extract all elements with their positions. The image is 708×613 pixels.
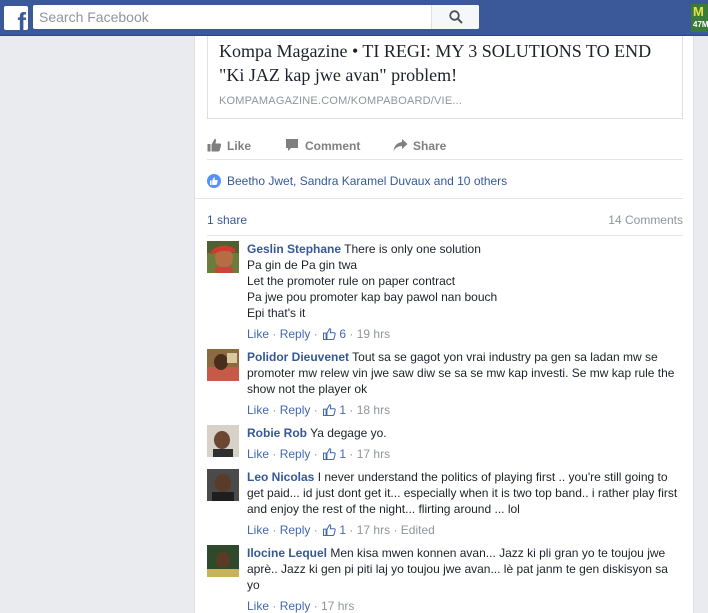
search-button[interactable]: [431, 5, 479, 29]
comment-timestamp[interactable]: 18 hrs: [357, 403, 390, 417]
comment-timestamp[interactable]: 17 hrs: [357, 523, 390, 537]
comment-like-count[interactable]: 1: [339, 447, 346, 461]
thumbs-up-icon: [323, 524, 336, 536]
comment-text: Epi that's it: [247, 306, 306, 320]
comment-text: Pa jwe pou promoter kap bay pawol nan bo…: [247, 290, 498, 304]
comment-reply-link[interactable]: Reply: [280, 327, 311, 341]
comment-actions: Like · Reply · 1 · 17 hrs: [247, 447, 391, 461]
avatar[interactable]: [207, 545, 239, 577]
post-stats-row: 1 share 14 Comments: [195, 198, 683, 236]
comment-text: Pa gin de Pa gin twa: [247, 258, 358, 272]
comment-timestamp[interactable]: 17 hrs: [357, 447, 390, 461]
comment-button-label: Comment: [305, 139, 361, 153]
comment-bubble-icon: [286, 139, 298, 151]
comment-like-count[interactable]: 1: [339, 523, 346, 537]
comment-like-link[interactable]: Like: [247, 599, 269, 613]
notification-thumbnail[interactable]: M 47M: [691, 4, 708, 32]
comment-actions: Like · Reply · 1 · 17 hrs · Edited: [247, 523, 435, 537]
post-card: Kompa Magazine • TI REGI: MY 3 SOLUTIONS…: [194, 36, 694, 613]
comment-like-link[interactable]: Like: [247, 447, 269, 461]
comment-actions: Like · Reply · 1 · 18 hrs: [247, 403, 391, 417]
avatar[interactable]: [207, 241, 239, 273]
link-preview[interactable]: Kompa Magazine • TI REGI: MY 3 SOLUTIONS…: [207, 36, 683, 119]
comment-timestamp[interactable]: 17 hrs: [321, 599, 354, 613]
thumbs-up-icon: [323, 328, 336, 340]
comment-actions: Like · Reply · 6 · 19 hrs: [247, 327, 391, 341]
search-icon: [449, 10, 463, 24]
comment-timestamp[interactable]: 19 hrs: [357, 327, 390, 341]
comment-like-link[interactable]: Like: [247, 523, 269, 537]
reactions-summary: Beetho Jwet, Sandra Karamel Duvaux and 1…: [207, 172, 683, 192]
search-box: [33, 5, 479, 29]
comment-edited-label[interactable]: Edited: [401, 523, 435, 537]
comment-like-count[interactable]: 6: [339, 327, 346, 341]
comment-count-link[interactable]: 14 Comments: [608, 213, 683, 227]
thumbnail-letter: M: [693, 4, 704, 19]
link-preview-title[interactable]: Kompa Magazine • TI REGI: MY 3 SOLUTIONS…: [219, 39, 659, 87]
commenter-name[interactable]: Geslin Stephane: [247, 242, 341, 256]
commenter-name[interactable]: Robie Rob: [247, 426, 307, 440]
divider: [207, 235, 683, 236]
like-reaction-icon: [207, 174, 221, 188]
commenter-name[interactable]: Ilocine Lequel: [247, 546, 327, 560]
comment-text: Let the promoter rule on paper contract: [247, 274, 456, 288]
avatar[interactable]: [207, 425, 239, 457]
comment-like-link[interactable]: Like: [247, 403, 269, 417]
thumbnail-caption: 47M: [693, 20, 708, 29]
thumbs-up-icon: [323, 404, 336, 416]
share-button-label: Share: [413, 139, 447, 153]
comment-text: Ya degage yo.: [310, 426, 387, 440]
reactions-names-link[interactable]: Beetho Jwet, Sandra Karamel Duvaux and 1…: [227, 174, 507, 188]
comment-reply-link[interactable]: Reply: [280, 447, 311, 461]
comment-like-count[interactable]: 1: [339, 403, 346, 417]
share-arrow-icon: [393, 139, 408, 151]
post-action-bar: Like Comment Share: [207, 132, 683, 160]
share-count-link[interactable]: 1 share: [207, 213, 247, 227]
top-navigation-bar: f M 47M: [0, 0, 708, 36]
thumbs-up-icon: [323, 448, 336, 460]
comment-reply-link[interactable]: Reply: [280, 523, 311, 537]
comment-like-link[interactable]: Like: [247, 327, 269, 341]
facebook-logo-icon[interactable]: f: [4, 6, 28, 30]
thumbs-up-icon: [207, 138, 222, 152]
search-input[interactable]: [33, 5, 433, 29]
comment-text: There is only one solution: [344, 242, 481, 256]
like-button-label: Like: [227, 139, 252, 153]
comment-reply-link[interactable]: Reply: [280, 403, 311, 417]
commenter-name[interactable]: Leo Nicolas: [247, 470, 314, 484]
comment-reply-link[interactable]: Reply: [280, 599, 311, 613]
comment-actions: Like · Reply · 17 hrs: [247, 599, 355, 613]
commenter-name[interactable]: Polidor Dieuvenet: [247, 350, 349, 364]
link-preview-domain: KOMPAMAGAZINE.COM/KOMPABOARD/VIE...: [219, 95, 463, 107]
avatar[interactable]: [207, 349, 239, 381]
avatar[interactable]: [207, 469, 239, 501]
